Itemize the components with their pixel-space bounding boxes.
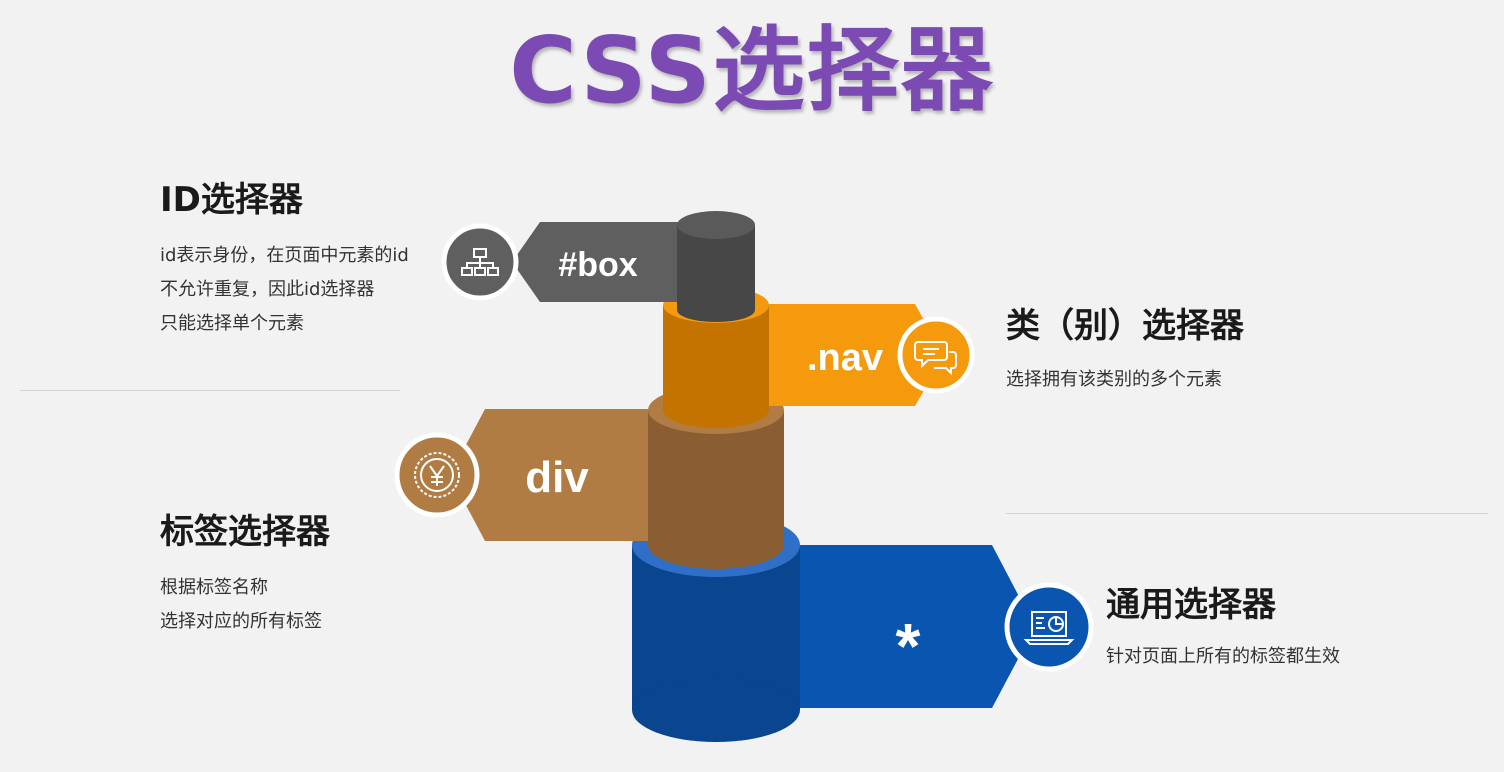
class-selector-desc-line-1: 选择拥有该类别的多个元素 [1006, 369, 1222, 390]
chat-bubbles-icon [897, 316, 975, 394]
class-selector-block: 类（别）选择器 选择拥有该类别的多个元素 [1006, 298, 1244, 397]
tag-example-label: div [525, 453, 589, 502]
id-cylinder [677, 211, 755, 322]
id-selector-block: ID选择器 id表示身份，在页面中元素的id 不允许重复，因此id选择器 只能选… [160, 172, 409, 341]
tag-selector-heading: 标签选择器 [160, 512, 330, 552]
yen-coin-icon [394, 432, 480, 518]
id-selector-desc-line-3: 只能选择单个元素 [160, 313, 304, 334]
class-example-label: .nav [807, 337, 883, 379]
sitemap-icon [441, 223, 519, 301]
universal-selector-block: 通用选择器 针对页面上所有的标签都生效 [1106, 577, 1340, 674]
tag-selector-block: 标签选择器 根据标签名称 选择对应的所有标签 [160, 504, 330, 639]
class-selector-heading: 类（别）选择器 [1006, 306, 1244, 346]
id-example-label: #box [558, 246, 637, 284]
id-selector-desc-line-2: 不允许重复，因此id选择器 [160, 279, 375, 300]
tag-selector-desc-line-1: 根据标签名称 [160, 577, 268, 598]
universal-selector-desc-line-1: 针对页面上所有的标签都生效 [1106, 646, 1340, 667]
presentation-chart-icon [1004, 582, 1094, 672]
tag-selector-desc-line-2: 选择对应的所有标签 [160, 611, 322, 632]
universal-selector-heading: 通用选择器 [1106, 585, 1276, 625]
id-selector-desc-line-1: id表示身份，在页面中元素的id [160, 245, 409, 266]
id-selector-heading: ID选择器 [160, 180, 303, 220]
universal-example-label: * [896, 610, 921, 682]
